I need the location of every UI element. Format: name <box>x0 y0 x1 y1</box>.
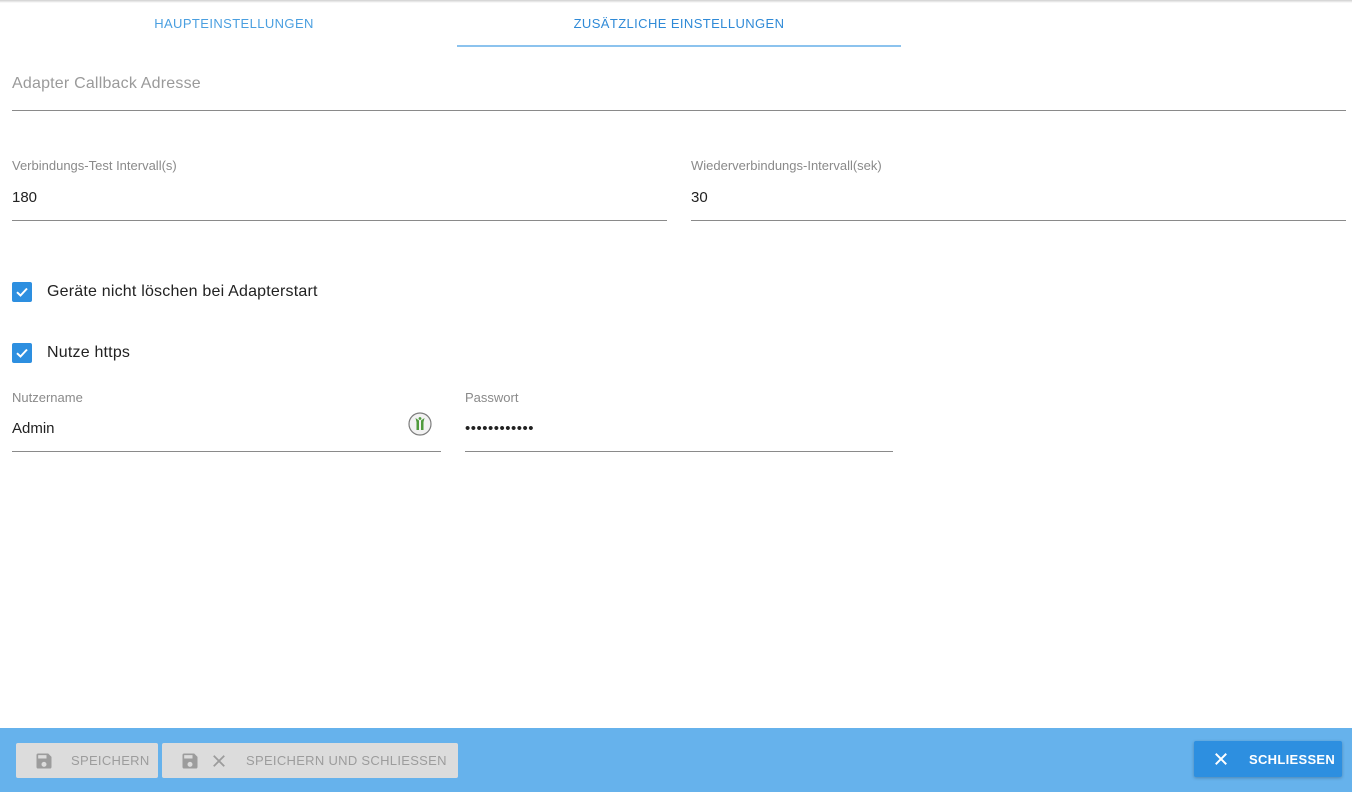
keeper-icon[interactable] <box>408 412 432 436</box>
use-https-label: Nutze https <box>47 344 131 361</box>
floppy-disk-icon <box>36 753 52 768</box>
use-https-checkbox-row[interactable]: Nutze https <box>12 343 130 363</box>
callback-address-input[interactable]: Adapter Callback Adresse <box>12 60 1346 111</box>
reconnect-interval-value: 30 <box>691 189 708 206</box>
password-input[interactable]: Passwort •••••••••••• <box>465 382 893 452</box>
check-icon <box>16 348 28 358</box>
save-and-close-button[interactable]: SPEICHERN UND SCHLIESSEN <box>162 743 458 778</box>
callback-address-placeholder: Adapter Callback Adresse <box>12 75 201 92</box>
close-button[interactable]: SCHLIESSEN <box>1194 741 1342 777</box>
use-https-checkbox[interactable] <box>12 343 32 363</box>
save-button-label: SPEICHERN <box>71 753 150 768</box>
save-and-close-button-label: SPEICHERN UND SCHLIESSEN <box>246 753 447 768</box>
active-tab-indicator <box>457 45 901 47</box>
footer-toolbar: SPEICHERN SPEICHERN UND SCHLIESSEN SCHLI… <box>0 728 1352 792</box>
tab-main-settings[interactable]: HAUPTEINSTELLUNGEN <box>12 0 456 46</box>
username-value: Admin <box>12 420 55 437</box>
floppy-disk-icon <box>182 753 198 768</box>
password-value: •••••••••••• <box>465 420 535 437</box>
close-x-icon <box>213 754 225 767</box>
username-label: Nutzername <box>12 390 83 405</box>
keep-devices-checkbox-row[interactable]: Geräte nicht löschen bei Adapterstart <box>12 282 318 302</box>
close-x-icon <box>1215 753 1227 765</box>
password-label: Passwort <box>465 390 519 405</box>
reconnect-interval-label: Wiederverbindungs-Intervall(sek) <box>691 158 882 173</box>
keep-devices-label: Geräte nicht löschen bei Adapterstart <box>47 283 318 300</box>
connection-test-interval-value: 180 <box>12 189 38 206</box>
tab-additional-settings[interactable]: ZUSÄTZLICHE EINSTELLUNGEN <box>457 0 901 46</box>
keep-devices-checkbox[interactable] <box>12 282 32 302</box>
tab-main-settings-label: HAUPTEINSTELLUNGEN <box>154 15 314 31</box>
username-input[interactable]: Nutzername Admin <box>12 382 441 452</box>
connection-test-interval-input[interactable]: Verbindungs-Test Intervall(s) 180 <box>12 150 667 221</box>
check-icon <box>16 287 28 297</box>
reconnect-interval-input[interactable]: Wiederverbindungs-Intervall(sek) 30 <box>691 150 1346 221</box>
close-button-label: SCHLIESSEN <box>1249 751 1336 767</box>
tab-bar: HAUPTEINSTELLUNGEN ZUSÄTZLICHE EINSTELLU… <box>12 0 1346 47</box>
connection-test-interval-label: Verbindungs-Test Intervall(s) <box>12 158 177 173</box>
save-button[interactable]: SPEICHERN <box>16 743 158 778</box>
tab-additional-settings-label: ZUSÄTZLICHE EINSTELLUNGEN <box>573 15 785 31</box>
